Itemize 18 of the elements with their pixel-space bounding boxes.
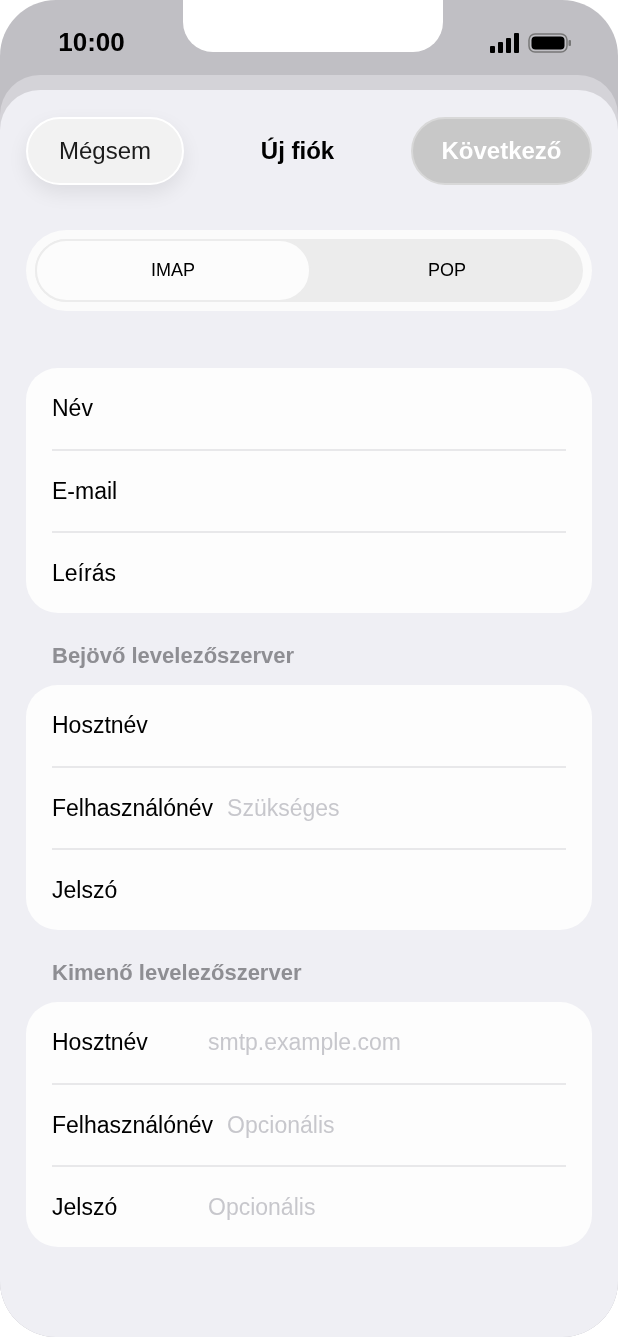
field-label: Leírás — [52, 558, 117, 588]
section-header: Bejövő levelezőszerver — [51, 642, 296, 670]
status-time: 10:00 — [58, 26, 125, 59]
field-label: Hosztnév — [52, 711, 149, 741]
signal-icon — [489, 32, 520, 53]
field-label: Jelszó — [52, 1192, 119, 1222]
field-label: Név — [52, 394, 94, 424]
segment-tab[interactable]: POP — [311, 239, 583, 302]
field-label: Jelszó — [52, 875, 119, 905]
field-label: Felhasználónév — [52, 1110, 214, 1140]
screen-title: Új fiók — [260, 136, 335, 166]
cancel-button[interactable]: Mégsem — [26, 117, 184, 185]
segment-tab[interactable]: IMAP — [35, 239, 311, 302]
field-label: E-mail — [52, 476, 119, 506]
battery-icon — [527, 32, 572, 53]
field-label: Felhasználónév — [52, 793, 214, 823]
section-header: Kimenő levelezőszerver — [51, 959, 303, 987]
field-label: Hosztnév — [52, 1028, 149, 1058]
